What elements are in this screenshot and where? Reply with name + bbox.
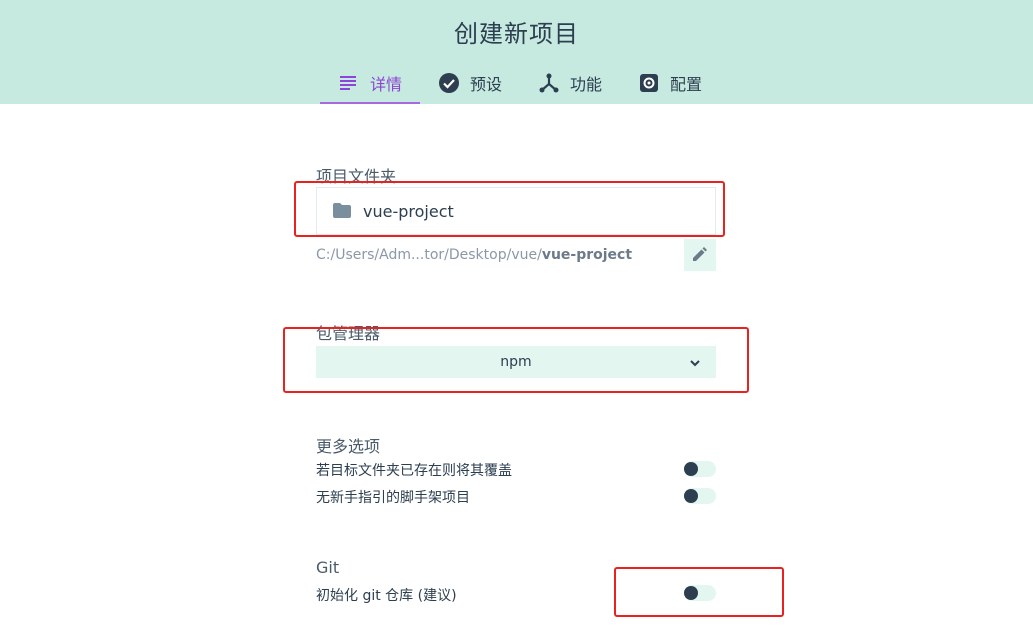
toggle-knob xyxy=(684,489,698,503)
no-guide-option-label: 无新手指引的脚手架项目 xyxy=(316,490,470,506)
tab-config[interactable]: 配置 xyxy=(620,62,720,104)
tab-details[interactable]: 详情 xyxy=(320,62,421,104)
overwrite-toggle[interactable] xyxy=(684,461,716,477)
more-options-label: 更多选项 xyxy=(316,437,381,456)
tab-features[interactable]: 功能 xyxy=(520,62,620,104)
pencil-icon xyxy=(693,246,707,265)
annotation-box-folder xyxy=(294,181,725,237)
project-path: C:/Users/Adm...tor/Desktop/vue/vue-proje… xyxy=(316,247,632,263)
list-icon xyxy=(338,72,360,94)
tab-label: 功能 xyxy=(570,75,603,94)
overwrite-option-label: 若目标文件夹已存在则将其覆盖 xyxy=(316,463,512,479)
project-path-name: vue-project xyxy=(541,247,633,263)
tab-label: 预设 xyxy=(470,75,503,94)
page-title: 创建新项目 xyxy=(454,20,579,48)
git-init-label: 初始化 git 仓库 (建议) xyxy=(316,588,457,604)
tab-label: 详情 xyxy=(370,75,403,94)
toggle-knob xyxy=(684,462,698,476)
header: 创建新项目 详情 预设 功能 配置 xyxy=(0,0,1033,104)
tab-bar: 详情 预设 功能 配置 xyxy=(320,62,720,104)
annotation-box-git xyxy=(614,567,784,617)
no-guide-toggle[interactable] xyxy=(684,488,716,504)
gear-icon xyxy=(638,72,660,94)
check-circle-icon xyxy=(438,72,460,94)
tab-presets[interactable]: 预设 xyxy=(420,62,520,104)
edit-path-button[interactable] xyxy=(684,239,716,271)
project-path-prefix: C:/Users/Adm...tor/Desktop/vue/ xyxy=(316,247,542,263)
tab-label: 配置 xyxy=(670,75,703,94)
annotation-box-package-manager xyxy=(283,327,749,393)
git-label: Git xyxy=(316,558,340,577)
fork-icon xyxy=(538,72,560,94)
